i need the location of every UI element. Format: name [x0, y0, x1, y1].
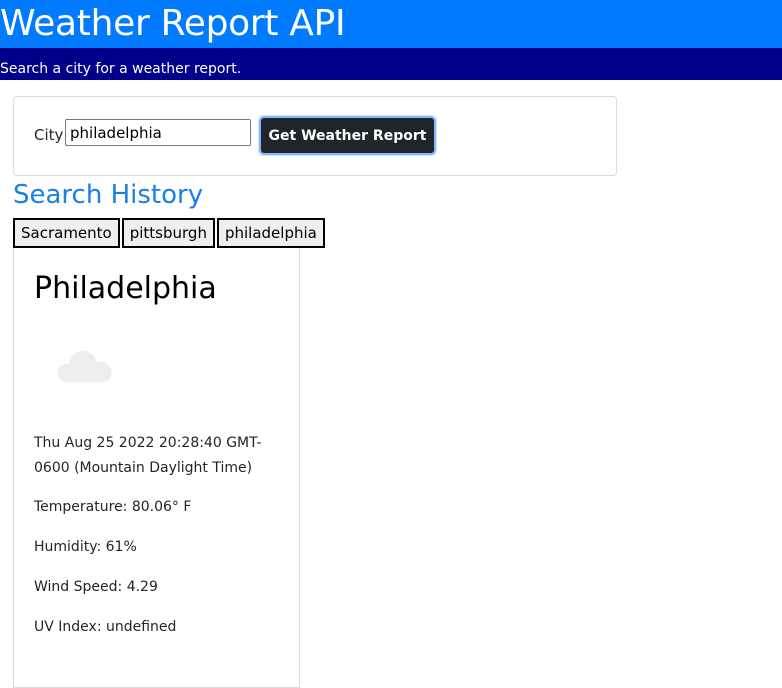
- weather-temperature: Temperature: 80.06° F: [34, 499, 192, 515]
- weather-uv-index: UV Index: undefined: [34, 619, 177, 635]
- history-item-sacramento[interactable]: Sacramento: [13, 218, 120, 248]
- weather-city-name: Philadelphia: [34, 271, 217, 306]
- page-title: Weather Report API: [0, 3, 346, 44]
- search-history-heading: Search History: [13, 180, 204, 210]
- search-form-card: City Get Weather Report: [13, 96, 617, 176]
- subtitle-bar: Search a city for a weather report.: [0, 48, 782, 80]
- weather-report-card: Philadelphia Thu Aug 25 2022 20:28:40 GM…: [13, 248, 300, 688]
- page-subtitle: Search a city for a weather report.: [0, 61, 242, 77]
- page-header: Weather Report API: [0, 0, 782, 48]
- weather-date: Thu Aug 25 2022 20:28:40 GMT-0600 (Mount…: [34, 435, 262, 476]
- city-input[interactable]: [65, 119, 251, 146]
- get-weather-report-button[interactable]: Get Weather Report: [259, 116, 436, 155]
- city-label: City: [34, 126, 64, 144]
- history-item-pittsburgh[interactable]: pittsburgh: [121, 218, 215, 248]
- cloud-icon: [57, 350, 112, 382]
- search-history-list: Sacramento pittsburgh philadelphia: [13, 218, 327, 248]
- history-item-philadelphia[interactable]: philadelphia: [216, 218, 325, 248]
- weather-humidity: Humidity: 61%: [34, 539, 137, 555]
- weather-wind-speed: Wind Speed: 4.29: [34, 579, 158, 595]
